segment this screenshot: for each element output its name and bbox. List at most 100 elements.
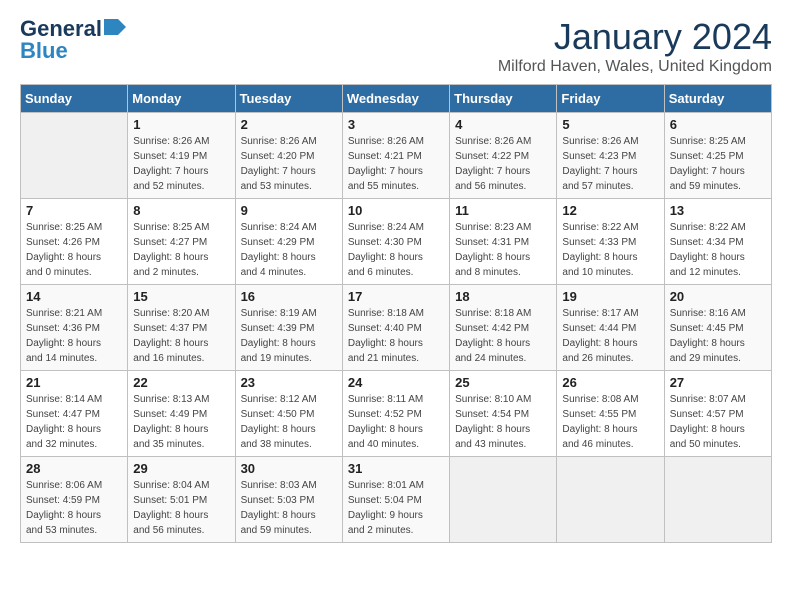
day-number: 14 — [26, 289, 122, 304]
header-day: Sunday — [21, 85, 128, 113]
day-number: 24 — [348, 375, 444, 390]
day-info: Sunrise: 8:19 AM Sunset: 4:39 PM Dayligh… — [241, 306, 337, 366]
calendar-cell: 18 Sunrise: 8:18 AM Sunset: 4:42 PM Dayli… — [450, 285, 557, 371]
day-info: Sunrise: 8:22 AM Sunset: 4:34 PM Dayligh… — [670, 220, 766, 280]
calendar-week: 14 Sunrise: 8:21 AM Sunset: 4:36 PM Dayli… — [21, 285, 772, 371]
calendar-cell: 17Sunrise: 8:18 AM Sunset: 4:40 PM Dayli… — [342, 285, 449, 371]
calendar-cell: 15 Sunrise: 8:20 AM Sunset: 4:37 PM Dayli… — [128, 285, 235, 371]
logo: General Blue — [20, 16, 126, 64]
calendar-cell: 3 Sunrise: 8:26 AM Sunset: 4:21 PM Daylig… — [342, 113, 449, 199]
calendar-cell: 1Sunrise: 8:26 AM Sunset: 4:19 PM Daylig… — [128, 113, 235, 199]
header-day: Thursday — [450, 85, 557, 113]
day-info: Sunrise: 8:06 AM Sunset: 4:59 PM Dayligh… — [26, 478, 122, 538]
calendar-week: 1Sunrise: 8:26 AM Sunset: 4:19 PM Daylig… — [21, 113, 772, 199]
logo-blue: Blue — [20, 38, 68, 64]
day-number: 27 — [670, 375, 766, 390]
logo-icon — [104, 19, 126, 35]
day-info: Sunrise: 8:26 AM Sunset: 4:23 PM Dayligh… — [562, 134, 658, 194]
day-number: 7 — [26, 203, 122, 218]
day-info: Sunrise: 8:25 AM Sunset: 4:25 PM Dayligh… — [670, 134, 766, 194]
calendar-body: 1Sunrise: 8:26 AM Sunset: 4:19 PM Daylig… — [21, 113, 772, 543]
day-number: 16 — [241, 289, 337, 304]
day-number: 28 — [26, 461, 122, 476]
day-info: Sunrise: 8:12 AM Sunset: 4:50 PM Dayligh… — [241, 392, 337, 452]
day-number: 11 — [455, 203, 551, 218]
calendar-cell: 31Sunrise: 8:01 AM Sunset: 5:04 PM Dayli… — [342, 457, 449, 543]
day-number: 19 — [562, 289, 658, 304]
calendar-cell: 12 Sunrise: 8:22 AM Sunset: 4:33 PM Dayli… — [557, 199, 664, 285]
calendar-cell: 28 Sunrise: 8:06 AM Sunset: 4:59 PM Dayli… — [21, 457, 128, 543]
day-info: Sunrise: 8:22 AM Sunset: 4:33 PM Dayligh… — [562, 220, 658, 280]
calendar-cell: 25Sunrise: 8:10 AM Sunset: 4:54 PM Dayli… — [450, 371, 557, 457]
calendar-cell: 19 Sunrise: 8:17 AM Sunset: 4:44 PM Dayli… — [557, 285, 664, 371]
day-number: 9 — [241, 203, 337, 218]
calendar-cell: 23 Sunrise: 8:12 AM Sunset: 4:50 PM Dayli… — [235, 371, 342, 457]
calendar-cell — [450, 457, 557, 543]
calendar-cell: 26 Sunrise: 8:08 AM Sunset: 4:55 PM Dayli… — [557, 371, 664, 457]
day-number: 20 — [670, 289, 766, 304]
day-info: Sunrise: 8:17 AM Sunset: 4:44 PM Dayligh… — [562, 306, 658, 366]
day-number: 22 — [133, 375, 229, 390]
day-number: 17 — [348, 289, 444, 304]
header-day: Friday — [557, 85, 664, 113]
calendar-cell: 9 Sunrise: 8:24 AM Sunset: 4:29 PM Daylig… — [235, 199, 342, 285]
day-number: 26 — [562, 375, 658, 390]
day-number: 15 — [133, 289, 229, 304]
calendar-cell — [664, 457, 771, 543]
calendar-cell: 4Sunrise: 8:26 AM Sunset: 4:22 PM Daylig… — [450, 113, 557, 199]
day-info: Sunrise: 8:26 AM Sunset: 4:20 PM Dayligh… — [241, 134, 337, 194]
day-info: Sunrise: 8:23 AM Sunset: 4:31 PM Dayligh… — [455, 220, 551, 280]
calendar-cell: 29Sunrise: 8:04 AM Sunset: 5:01 PM Dayli… — [128, 457, 235, 543]
day-info: Sunrise: 8:10 AM Sunset: 4:54 PM Dayligh… — [455, 392, 551, 452]
day-number: 18 — [455, 289, 551, 304]
calendar-cell: 6 Sunrise: 8:25 AM Sunset: 4:25 PM Daylig… — [664, 113, 771, 199]
calendar-cell — [21, 113, 128, 199]
day-number: 10 — [348, 203, 444, 218]
day-info: Sunrise: 8:11 AM Sunset: 4:52 PM Dayligh… — [348, 392, 444, 452]
day-number: 23 — [241, 375, 337, 390]
day-number: 2 — [241, 117, 337, 132]
calendar-cell: 14 Sunrise: 8:21 AM Sunset: 4:36 PM Dayli… — [21, 285, 128, 371]
day-number: 21 — [26, 375, 122, 390]
day-info: Sunrise: 8:04 AM Sunset: 5:01 PM Dayligh… — [133, 478, 229, 538]
calendar-cell: 7 Sunrise: 8:25 AM Sunset: 4:26 PM Daylig… — [21, 199, 128, 285]
day-info: Sunrise: 8:14 AM Sunset: 4:47 PM Dayligh… — [26, 392, 122, 452]
calendar-cell: 8Sunrise: 8:25 AM Sunset: 4:27 PM Daylig… — [128, 199, 235, 285]
calendar-cell: 13 Sunrise: 8:22 AM Sunset: 4:34 PM Dayli… — [664, 199, 771, 285]
calendar-cell: 21 Sunrise: 8:14 AM Sunset: 4:47 PM Dayli… — [21, 371, 128, 457]
calendar-table: SundayMondayTuesdayWednesdayThursdayFrid… — [20, 84, 772, 543]
day-info: Sunrise: 8:03 AM Sunset: 5:03 PM Dayligh… — [241, 478, 337, 538]
day-info: Sunrise: 8:16 AM Sunset: 4:45 PM Dayligh… — [670, 306, 766, 366]
day-info: Sunrise: 8:21 AM Sunset: 4:36 PM Dayligh… — [26, 306, 122, 366]
day-number: 6 — [670, 117, 766, 132]
day-number: 8 — [133, 203, 229, 218]
day-number: 5 — [562, 117, 658, 132]
day-info: Sunrise: 8:13 AM Sunset: 4:49 PM Dayligh… — [133, 392, 229, 452]
calendar-cell: 20 Sunrise: 8:16 AM Sunset: 4:45 PM Dayli… — [664, 285, 771, 371]
calendar-cell: 2 Sunrise: 8:26 AM Sunset: 4:20 PM Daylig… — [235, 113, 342, 199]
title-block: January 2024 Milford Haven, Wales, Unite… — [498, 16, 772, 76]
header-day: Wednesday — [342, 85, 449, 113]
day-number: 13 — [670, 203, 766, 218]
day-info: Sunrise: 8:26 AM Sunset: 4:21 PM Dayligh… — [348, 134, 444, 194]
day-number: 4 — [455, 117, 551, 132]
page-header: General Blue January 2024 Milford Haven,… — [20, 16, 772, 76]
day-info: Sunrise: 8:01 AM Sunset: 5:04 PM Dayligh… — [348, 478, 444, 538]
day-info: Sunrise: 8:25 AM Sunset: 4:26 PM Dayligh… — [26, 220, 122, 280]
calendar-cell: 10Sunrise: 8:24 AM Sunset: 4:30 PM Dayli… — [342, 199, 449, 285]
day-info: Sunrise: 8:24 AM Sunset: 4:29 PM Dayligh… — [241, 220, 337, 280]
calendar-cell: 16 Sunrise: 8:19 AM Sunset: 4:39 PM Dayli… — [235, 285, 342, 371]
calendar-cell: 30 Sunrise: 8:03 AM Sunset: 5:03 PM Dayli… — [235, 457, 342, 543]
calendar-cell: 27 Sunrise: 8:07 AM Sunset: 4:57 PM Dayli… — [664, 371, 771, 457]
page-container: General Blue January 2024 Milford Haven,… — [0, 0, 792, 559]
header-day: Saturday — [664, 85, 771, 113]
day-number: 12 — [562, 203, 658, 218]
day-number: 1 — [133, 117, 229, 132]
day-info: Sunrise: 8:08 AM Sunset: 4:55 PM Dayligh… — [562, 392, 658, 452]
day-info: Sunrise: 8:20 AM Sunset: 4:37 PM Dayligh… — [133, 306, 229, 366]
day-number: 30 — [241, 461, 337, 476]
day-number: 3 — [348, 117, 444, 132]
header-day: Monday — [128, 85, 235, 113]
day-info: Sunrise: 8:18 AM Sunset: 4:42 PM Dayligh… — [455, 306, 551, 366]
day-info: Sunrise: 8:07 AM Sunset: 4:57 PM Dayligh… — [670, 392, 766, 452]
